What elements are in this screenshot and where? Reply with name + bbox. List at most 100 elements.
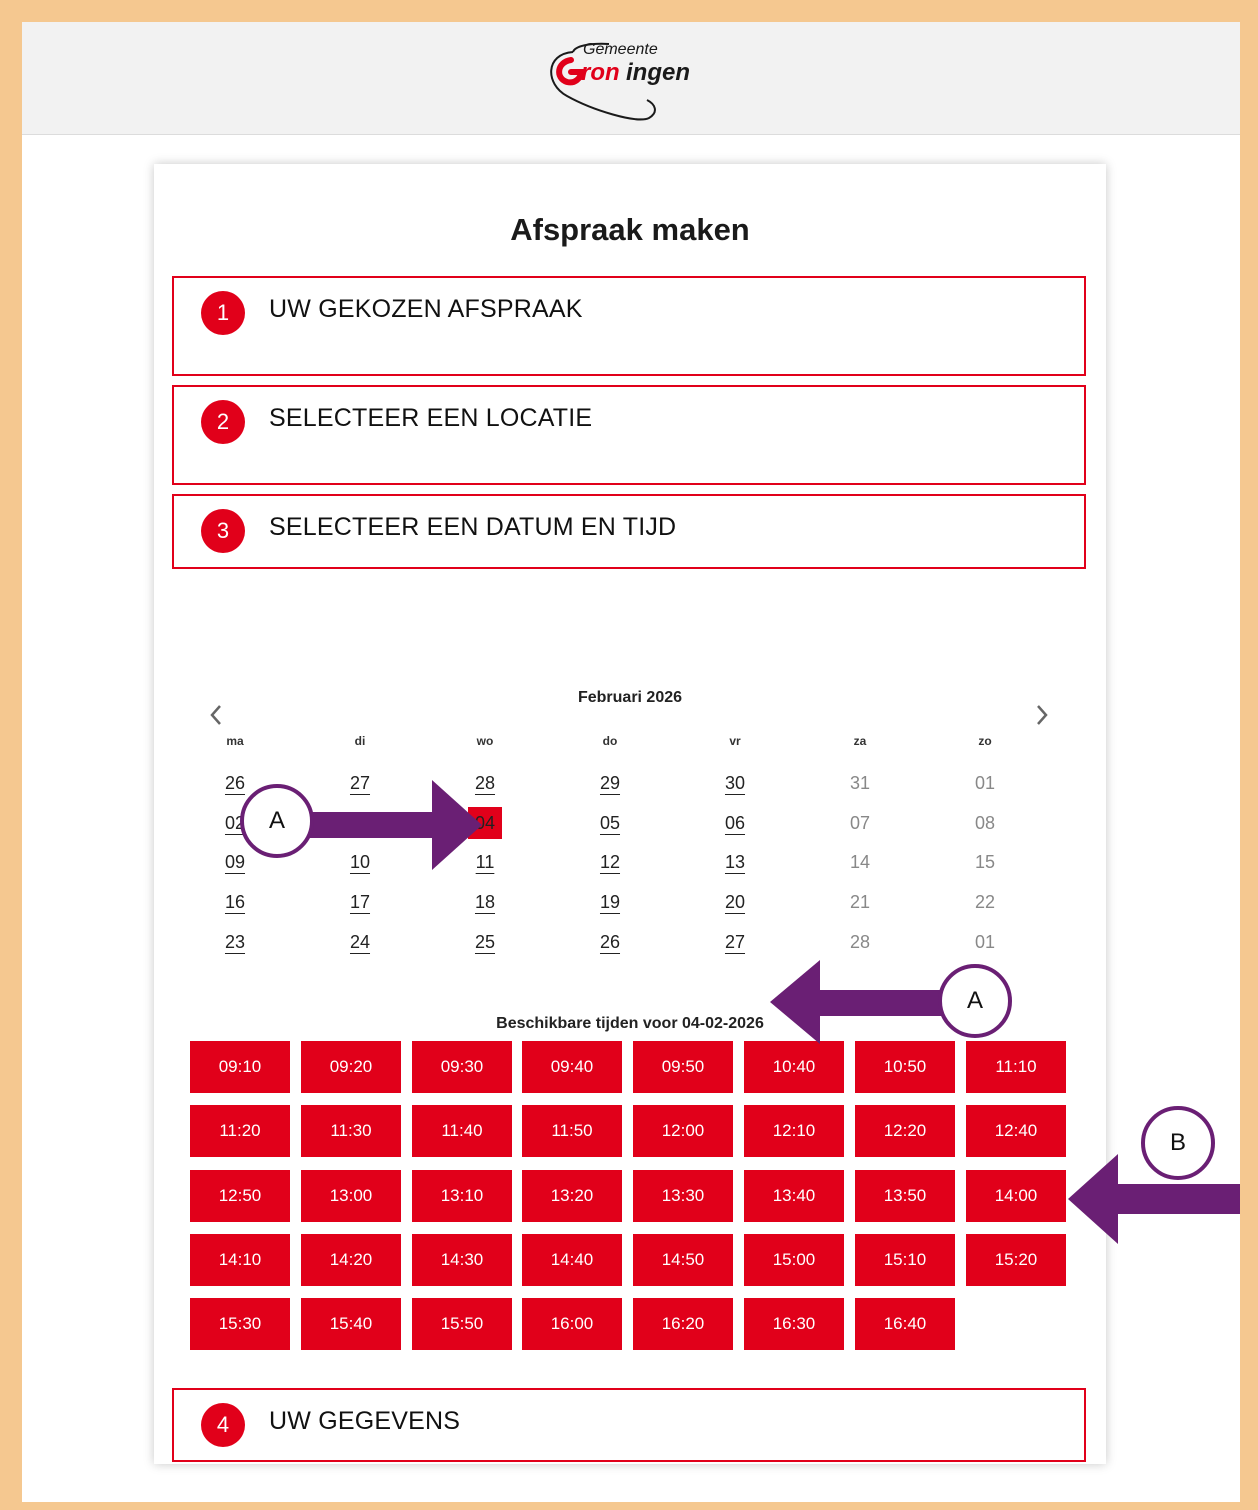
calendar-day[interactable]: 06 [715,807,755,839]
weekday-header: di [354,734,366,748]
calendar-day[interactable]: 19 [590,886,630,918]
step-number-badge: 1 [201,291,245,335]
time-slot-button[interactable]: 11:30 [301,1105,401,1157]
time-slot-button[interactable]: 13:50 [855,1170,955,1222]
time-slot-button[interactable]: 14:00 [966,1170,1066,1222]
calendar-day: 22 [974,892,996,912]
chevron-left-icon[interactable] [204,700,228,730]
calendar-day[interactable]: 09 [215,846,255,878]
step-number-badge: 2 [201,400,245,444]
annotation-marker-b: B [1141,1106,1215,1180]
time-slot-button[interactable]: 15:40 [301,1298,401,1350]
time-slot-button[interactable]: 15:50 [412,1298,512,1350]
svg-text:ron: ron [581,59,620,86]
calendar-day: 28 [849,932,871,952]
time-slot-button[interactable]: 13:40 [744,1170,844,1222]
calendar-day[interactable]: 24 [340,926,380,958]
calendar-day[interactable]: 29 [590,767,630,799]
time-slot-button[interactable]: 13:20 [522,1170,622,1222]
step-select-location[interactable]: 2 SELECTEER EEN LOCATIE [172,385,1086,485]
time-slot-button[interactable]: 09:20 [301,1041,401,1093]
step-number-badge: 3 [201,509,245,553]
calendar-day[interactable]: 05 [590,807,630,839]
time-slot-button[interactable]: 16:30 [744,1298,844,1350]
time-slot-button[interactable]: 13:30 [633,1170,733,1222]
calendar-month-label: Februari 2026 [577,689,683,706]
calendar-day[interactable]: 20 [715,886,755,918]
step-label: UW GEKOZEN AFSPRAAK [269,295,583,323]
time-slot-button[interactable]: 10:40 [744,1041,844,1093]
time-slot-button[interactable]: 16:20 [633,1298,733,1350]
weekday-header: wo [476,734,494,748]
time-slot-button[interactable]: 14:40 [522,1234,622,1286]
calendar-day: 01 [974,773,996,793]
calendar-day[interactable]: 30 [715,767,755,799]
time-slot-button[interactable]: 12:50 [190,1170,290,1222]
svg-text:Gemeente: Gemeente [583,41,658,58]
gemeente-groningen-logo[interactable]: Gemeente ron ingen [537,34,717,130]
annotation-arrow-a-left [770,960,950,1044]
time-slot-button[interactable]: 14:10 [190,1234,290,1286]
calendar-day: 07 [849,813,871,833]
calendar-day[interactable]: 26 [215,767,255,799]
weekday-header: zo [978,734,992,748]
time-slot-button[interactable]: 14:30 [412,1234,512,1286]
time-slot-button[interactable]: 13:10 [412,1170,512,1222]
step-label: SELECTEER EEN LOCATIE [269,404,593,432]
step-your-details[interactable]: 4 UW GEGEVENS [172,1388,1086,1462]
annotation-marker-a: A [240,784,314,858]
calendar-day[interactable]: 18 [465,886,505,918]
weekday-header: do [602,734,618,748]
time-slot-button[interactable]: 16:00 [522,1298,622,1350]
time-slot-button[interactable]: 11:10 [966,1041,1066,1093]
browser-frame: Gemeente ron ingen Afspraak maken 1 UW G… [22,22,1240,1502]
calendar-day[interactable]: 25 [465,926,505,958]
calendar-day: 01 [974,932,996,952]
time-slot-button[interactable]: 12:20 [855,1105,955,1157]
calendar-day[interactable]: 27 [715,926,755,958]
time-slot-button[interactable]: 09:50 [633,1041,733,1093]
time-slot-button[interactable]: 15:10 [855,1234,955,1286]
time-slot-button[interactable]: 15:00 [744,1234,844,1286]
calendar-day: 21 [849,892,871,912]
calendar-day: 15 [974,852,996,872]
calendar-day[interactable]: 26 [590,926,630,958]
page-title: Afspraak maken [510,212,750,247]
time-slot-button[interactable]: 12:40 [966,1105,1066,1157]
time-slot-button[interactable]: 16:40 [855,1298,955,1350]
time-slot-button[interactable]: 14:20 [301,1234,401,1286]
calendar-day: 31 [849,773,871,793]
weekday-header: za [853,734,867,748]
time-slot-button[interactable]: 14:50 [633,1234,733,1286]
time-slot-button[interactable]: 11:40 [412,1105,512,1157]
weekday-header: vr [729,734,741,748]
chevron-right-icon[interactable] [1030,700,1054,730]
step-select-date-time[interactable]: 3 SELECTEER EEN DATUM EN TIJD [172,494,1086,569]
step-label: UW GEGEVENS [269,1407,461,1435]
step-label: SELECTEER EEN DATUM EN TIJD [269,513,677,541]
time-slot-button[interactable]: 13:00 [301,1170,401,1222]
step-number-badge: 4 [201,1403,245,1447]
time-slot-button[interactable]: 15:30 [190,1298,290,1350]
time-slot-button[interactable]: 09:40 [522,1041,622,1093]
time-slot-button[interactable]: 11:20 [190,1105,290,1157]
time-slot-button[interactable]: 09:10 [190,1041,290,1093]
site-header: Gemeente ron ingen [22,22,1240,135]
calendar-day: 08 [974,813,996,833]
time-slot-button[interactable]: 15:20 [966,1234,1066,1286]
time-slot-button[interactable]: 12:00 [633,1105,733,1157]
calendar-day: 14 [849,852,871,872]
time-slot-button[interactable]: 11:50 [522,1105,622,1157]
time-slot-button[interactable]: 10:50 [855,1041,955,1093]
annotation-marker-a: A [938,964,1012,1038]
calendar-day[interactable]: 16 [215,886,255,918]
step-chosen-appointment[interactable]: 1 UW GEKOZEN AFSPRAAK [172,276,1086,376]
time-slot-button[interactable]: 12:10 [744,1105,844,1157]
svg-text:ingen: ingen [626,59,690,86]
calendar-day[interactable]: 12 [590,846,630,878]
annotation-arrow-a-right [302,780,482,870]
time-slot-button[interactable]: 09:30 [412,1041,512,1093]
calendar-day[interactable]: 13 [715,846,755,878]
calendar-day[interactable]: 17 [340,886,380,918]
calendar-day[interactable]: 23 [215,926,255,958]
